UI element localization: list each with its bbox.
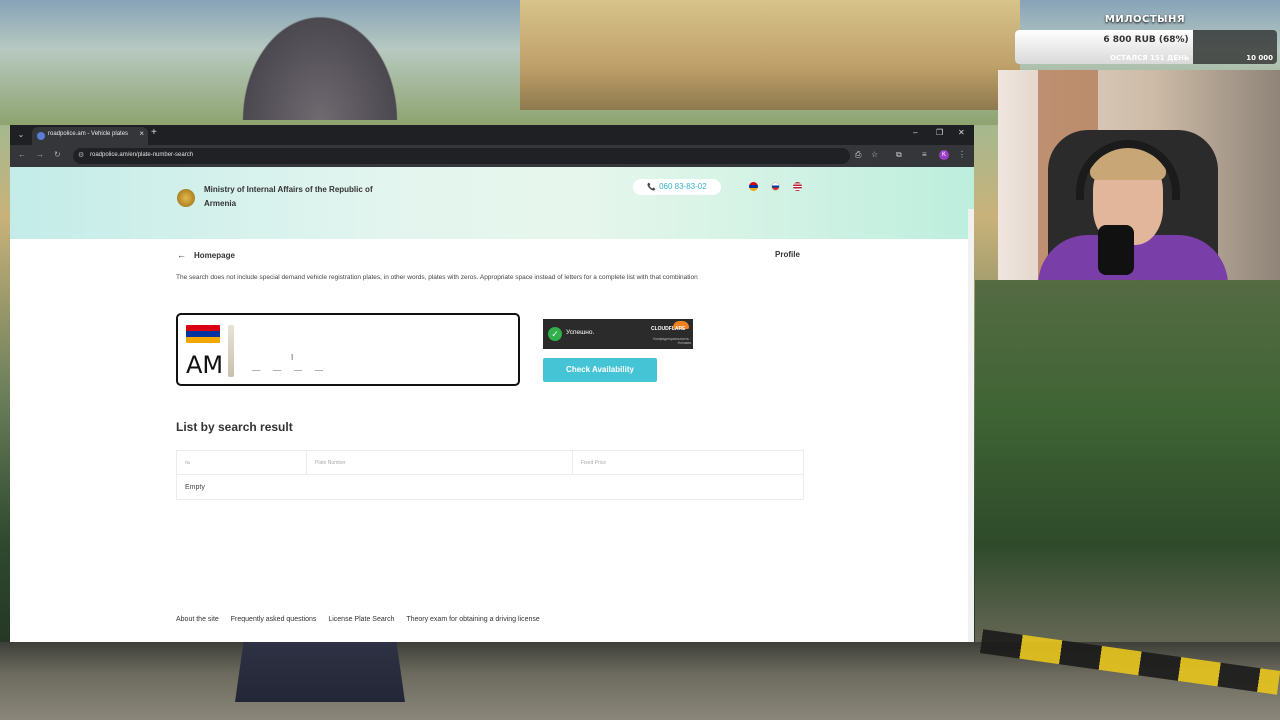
captcha-brand: CLOUDFLARE <box>651 326 686 332</box>
site-info-icon[interactable]: ⚙ <box>78 151 84 159</box>
close-window-icon[interactable]: ✕ <box>958 128 965 137</box>
address-bar[interactable]: ⚙ roadpolice.am/en/plate-number-search <box>73 148 850 164</box>
captcha-links[interactable]: Конфиденциальность · Условия <box>649 337 691 345</box>
back-icon[interactable]: ← <box>18 150 26 159</box>
cloudflare-captcha[interactable]: ✓ Успешно. CLOUDFLARE Конфиденциальность… <box>543 319 693 349</box>
microphone-icon <box>1098 225 1134 275</box>
table-header-row: № Plate Number Fixed Price <box>177 451 803 475</box>
results-table: № Plate Number Fixed Price Empty <box>176 450 804 500</box>
media-icon[interactable]: ≡ <box>922 150 927 159</box>
anime-character-skirt <box>235 642 405 702</box>
browser-toolbar: ← → ↻ ⚙ roadpolice.am/en/plate-number-se… <box>10 145 974 167</box>
plate-country-code: AM <box>186 351 224 379</box>
arrow-left-icon: ← <box>177 250 186 260</box>
browser-tab[interactable]: roadpolice.am - Vehicle plates × <box>32 127 148 145</box>
profile-link[interactable]: Profile <box>775 250 800 259</box>
bookmark-star-icon[interactable]: ☆ <box>871 150 878 159</box>
empty-state: Empty <box>185 484 205 491</box>
restore-icon[interactable]: ❐ <box>936 128 943 137</box>
site-footer: About the site Frequently asked question… <box>176 616 550 623</box>
column-plate-number: Plate Number <box>307 451 573 475</box>
armenia-emblem-icon[interactable] <box>177 189 195 207</box>
new-tab-icon[interactable]: + <box>151 127 157 138</box>
donation-goal-widget: МИЛОСТЫНЯ 6 800 RUB (68%) ОСТАЛСЯ 151 ДЕ… <box>1010 8 1280 70</box>
streamer-webcam <box>998 70 1280 280</box>
column-number: № <box>177 451 307 475</box>
stream-background-wall <box>520 0 1020 110</box>
url-text: roadpolice.am/en/plate-number-search <box>90 152 194 158</box>
armenia-flag-icon <box>186 325 220 343</box>
check-availability-button[interactable]: Check Availability <box>543 358 657 382</box>
success-check-icon: ✓ <box>548 327 562 341</box>
browser-window: ⌄ roadpolice.am - Vehicle plates × + – ❐… <box>10 125 974 642</box>
donation-amount: 6 800 RUB (68%) <box>1103 35 1189 45</box>
donation-progress-bar: 6 800 RUB (68%) ОСТАЛСЯ 151 ДЕНЬ 10 000 <box>1015 30 1277 64</box>
text-cursor-icon: I <box>291 353 294 362</box>
tab-close-icon[interactable]: × <box>139 129 144 138</box>
translate-icon[interactable]: ⎙ <box>855 150 861 160</box>
donation-goal: 10 000 <box>1246 54 1273 62</box>
results-title: List by search result <box>176 420 293 434</box>
web-page: Ministry of Internal Affairs of the Repu… <box>10 167 974 642</box>
plate-separator <box>228 325 234 377</box>
tab-bar: ⌄ roadpolice.am - Vehicle plates × + – ❐… <box>10 125 974 145</box>
minimize-icon[interactable]: – <box>913 128 917 137</box>
tab-title: roadpolice.am - Vehicle plates <box>48 131 129 137</box>
site-header: Ministry of Internal Affairs of the Repu… <box>10 167 974 239</box>
donation-title: МИЛОСТЫНЯ <box>1104 14 1186 25</box>
ministry-title[interactable]: Ministry of Internal Affairs of the Repu… <box>204 183 404 211</box>
extensions-icon[interactable]: ⧉ <box>896 150 902 160</box>
plate-input-field[interactable]: _ _ _ _ <box>252 355 325 371</box>
phone-icon: 📞 <box>647 184 657 191</box>
language-en-flag-icon[interactable] <box>793 182 802 191</box>
forward-icon[interactable]: → <box>36 150 44 159</box>
favicon-icon <box>37 132 45 140</box>
footer-link-about[interactable]: About the site <box>176 616 219 623</box>
homepage-link[interactable]: ← Homepage <box>177 250 235 260</box>
tab-search-icon[interactable]: ⌄ <box>15 129 27 141</box>
phone-button[interactable]: 📞 060 83-83-02 <box>633 179 721 195</box>
reload-icon[interactable]: ↻ <box>54 150 61 159</box>
language-hy-flag-icon[interactable] <box>749 182 758 191</box>
homepage-label: Homepage <box>194 251 235 260</box>
footer-link-plate-search[interactable]: License Plate Search <box>328 616 394 623</box>
footer-link-theory-exam[interactable]: Theory exam for obtaining a driving lice… <box>406 616 539 623</box>
footer-link-faq[interactable]: Frequently asked questions <box>231 616 317 623</box>
language-ru-flag-icon[interactable] <box>771 182 780 191</box>
captcha-status: Успешно. <box>566 329 595 336</box>
donation-days-left: ОСТАЛСЯ 151 ДЕНЬ <box>1110 54 1190 62</box>
anime-character-ears <box>230 0 410 120</box>
page-scrollbar[interactable] <box>968 209 974 642</box>
profile-avatar[interactable]: K <box>939 150 949 160</box>
plate-number-input[interactable]: AM _ _ _ _ I <box>176 313 520 386</box>
column-fixed-price: Fixed Price <box>581 460 607 466</box>
menu-icon[interactable]: ⋮ <box>958 150 966 159</box>
search-notice: The search does not include special dema… <box>176 274 698 281</box>
phone-number: 060 83-83-02 <box>659 182 707 191</box>
